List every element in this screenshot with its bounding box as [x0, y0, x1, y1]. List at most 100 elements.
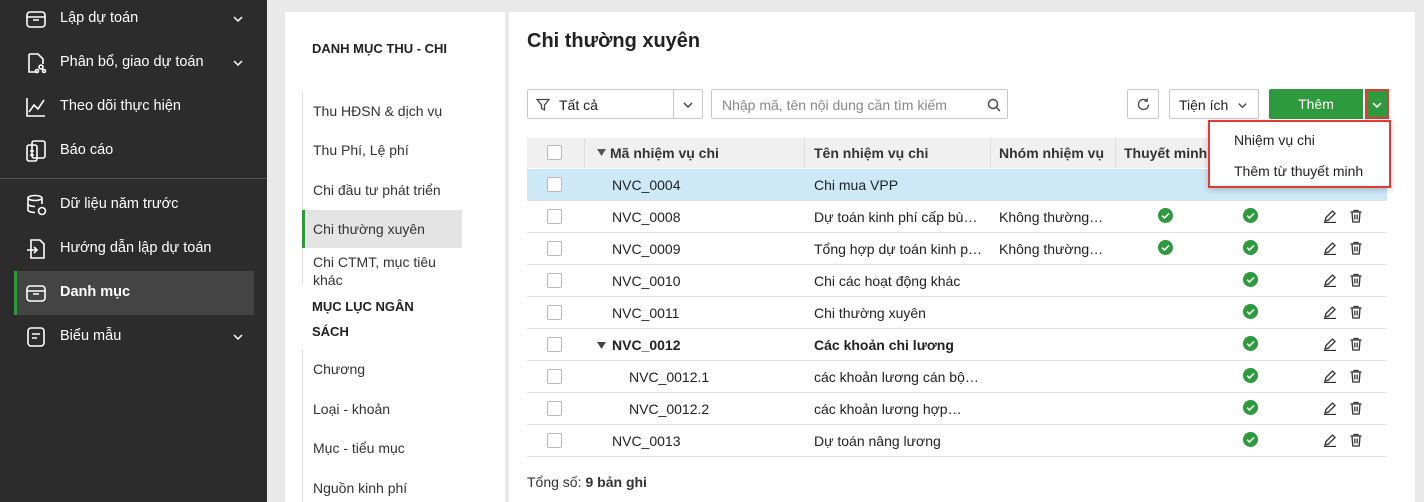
- edit-icon[interactable]: [1323, 305, 1337, 319]
- delete-icon[interactable]: [1349, 337, 1363, 351]
- row-checkbox[interactable]: [547, 369, 562, 384]
- chevron-down-icon: [233, 16, 243, 23]
- delete-icon[interactable]: [1349, 401, 1363, 415]
- nav-label: Phân bổ, giao dự toán: [60, 54, 204, 70]
- nav-label: Danh mục: [60, 284, 131, 300]
- expand-caret-icon[interactable]: [597, 342, 606, 349]
- row-checkbox[interactable]: [547, 305, 562, 320]
- category-item[interactable]: Loại - khoản: [302, 390, 462, 428]
- refresh-icon: [1137, 98, 1150, 111]
- delete-icon[interactable]: [1349, 241, 1363, 255]
- section-heading: DANH MỤC THU - CHI: [312, 41, 448, 56]
- utilities-button[interactable]: Tiện ích: [1169, 89, 1259, 119]
- search-placeholder: Nhập mã, tên nội dung cần tìm kiếm: [722, 97, 947, 113]
- sidebar: Lập dự toán Phân bổ, giao dự toán Theo d…: [0, 0, 267, 502]
- nav-theo-doi[interactable]: Theo dõi thực hiện: [14, 85, 254, 129]
- line-chart-icon: [26, 98, 45, 117]
- nav-bao-cao[interactable]: Báo cáo: [14, 129, 254, 173]
- refresh-button[interactable]: [1127, 89, 1159, 119]
- menu-item-them-tu-thuyet-minh[interactable]: Thêm từ thuyết minh: [1234, 163, 1363, 179]
- cell-code: NVC_0013: [612, 433, 681, 449]
- category-item[interactable]: Mục - tiểu mục: [302, 429, 462, 467]
- table-row[interactable]: NVC_0012.1 các khoản lương cán bộ…: [527, 361, 1387, 393]
- category-item[interactable]: Chi CTMT, mục tiêu khác: [302, 248, 462, 288]
- cell-name: Các khoản chi lương: [814, 337, 954, 353]
- row-checkbox[interactable]: [547, 337, 562, 352]
- row-checkbox[interactable]: [547, 177, 562, 192]
- nav-label: Dữ liệu năm trước: [60, 196, 179, 212]
- cell-code: NVC_0009: [612, 241, 681, 257]
- edit-icon[interactable]: [1323, 337, 1337, 351]
- add-button[interactable]: Thêm: [1269, 89, 1363, 119]
- check-circle-icon: [1243, 304, 1258, 319]
- utilities-label: Tiện ích: [1179, 97, 1229, 113]
- edit-icon[interactable]: [1323, 401, 1337, 415]
- cell-code: NVC_0010: [612, 273, 681, 289]
- edit-icon[interactable]: [1323, 369, 1337, 383]
- cell-name: các khoản lương cán bộ…: [814, 369, 979, 385]
- table-row[interactable]: NVC_0009 Tổng hợp dự toán kinh p… Không …: [527, 233, 1387, 265]
- check-circle-icon: [1243, 368, 1258, 383]
- delete-icon[interactable]: [1349, 369, 1363, 383]
- edit-icon[interactable]: [1323, 273, 1337, 287]
- add-dropdown-toggle[interactable]: [1365, 89, 1389, 119]
- category-item[interactable]: Chương: [302, 350, 462, 388]
- nav-du-lieu-nam-truoc[interactable]: Dữ liệu năm trước: [14, 183, 254, 227]
- table-row[interactable]: NVC_0011 Chi thường xuyên: [527, 297, 1387, 329]
- menu-item-nhiem-vu-chi[interactable]: Nhiệm vụ chi: [1234, 132, 1315, 148]
- delete-icon[interactable]: [1349, 433, 1363, 447]
- sort-caret-icon: [597, 149, 606, 156]
- table-row[interactable]: NVC_0012.2 các khoản lương hợp…: [527, 393, 1387, 425]
- row-checkbox[interactable]: [547, 241, 562, 256]
- delete-icon[interactable]: [1349, 273, 1363, 287]
- cell-name: Chi mua VPP: [814, 177, 899, 193]
- category-item-active[interactable]: Chi thường xuyên: [302, 210, 462, 248]
- category-item[interactable]: Thu Phí, Lệ phí: [302, 131, 462, 169]
- table-row-parent[interactable]: NVC_0012 Các khoản chi lương: [527, 329, 1387, 361]
- cell-name: Tổng hợp dự toán kinh p…: [814, 241, 982, 257]
- filter-value: Tất cả: [559, 97, 598, 113]
- nav-huong-dan[interactable]: Hướng dẫn lập dự toán: [14, 227, 254, 271]
- delete-icon[interactable]: [1349, 209, 1363, 223]
- row-checkbox[interactable]: [547, 209, 562, 224]
- delete-icon[interactable]: [1349, 305, 1363, 319]
- chevron-down-icon: [1372, 102, 1382, 109]
- category-item[interactable]: Chi đầu tư phát triển: [302, 171, 462, 209]
- column-header-explain[interactable]: Thuyết minh: [1124, 145, 1207, 161]
- cell-name: Dự toán nâng lương: [814, 433, 941, 449]
- edit-icon[interactable]: [1323, 241, 1337, 255]
- table-row[interactable]: NVC_0010 Chi các hoạt động khác: [527, 265, 1387, 297]
- cell-code: NVC_0012.2: [629, 401, 710, 417]
- filter-separator: [673, 90, 674, 118]
- category-item[interactable]: Thu HĐSN & dịch vụ: [302, 92, 462, 130]
- category-item[interactable]: Nguồn kinh phí: [302, 469, 462, 502]
- category-panel: DANH MỤC THU - CHI Thu HĐSN & dịch vụ Th…: [285, 12, 505, 502]
- row-checkbox[interactable]: [547, 273, 562, 288]
- table-row[interactable]: NVC_0008 Dự toán kinh phí cấp bù… Không …: [527, 201, 1387, 233]
- inbox-box-icon: [26, 11, 46, 28]
- column-header-name[interactable]: Tên nhiệm vụ chi: [814, 145, 928, 161]
- search-icon[interactable]: [987, 98, 1001, 112]
- cell-name: Chi thường xuyên: [814, 305, 926, 321]
- search-input[interactable]: Nhập mã, tên nội dung cần tìm kiếm: [711, 89, 1008, 119]
- column-header-group[interactable]: Nhóm nhiệm vụ: [999, 145, 1104, 161]
- nav-phan-bo[interactable]: Phân bổ, giao dự toán: [14, 41, 254, 85]
- column-header-code[interactable]: Mã nhiệm vụ chi: [610, 145, 719, 161]
- filter-icon: [536, 98, 550, 112]
- form-icon: [27, 327, 45, 347]
- cell-name: Chi các hoạt động khác: [814, 273, 961, 289]
- select-all-checkbox[interactable]: [547, 145, 562, 160]
- page-title: Chi thường xuyên: [527, 30, 701, 52]
- edit-icon[interactable]: [1323, 209, 1337, 223]
- check-circle-icon: [1158, 240, 1173, 255]
- filter-select[interactable]: Tất cả: [527, 89, 703, 119]
- total-label: Tổng số:: [527, 474, 582, 490]
- row-checkbox[interactable]: [547, 433, 562, 448]
- edit-icon[interactable]: [1323, 433, 1337, 447]
- nav-lap-du-toan[interactable]: Lập dự toán: [14, 0, 254, 41]
- table-row[interactable]: NVC_0013 Dự toán nâng lương: [527, 425, 1387, 457]
- nav-bieu-mau[interactable]: Biểu mẫu: [14, 315, 254, 359]
- nav-danh-muc[interactable]: Danh mục: [14, 271, 254, 315]
- row-checkbox[interactable]: [547, 401, 562, 416]
- check-circle-icon: [1243, 208, 1258, 223]
